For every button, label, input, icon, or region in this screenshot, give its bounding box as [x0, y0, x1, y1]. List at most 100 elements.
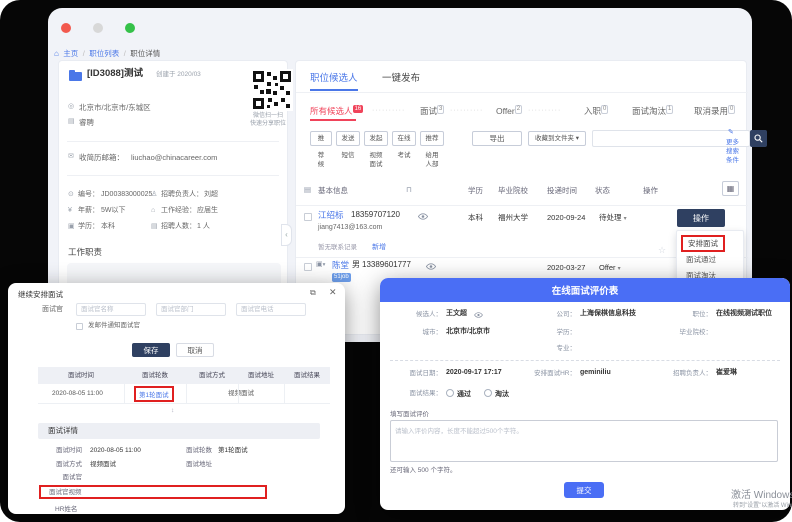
- recruit-owner: 崔爱琳: [716, 369, 737, 378]
- filter-icon[interactable]: ⊓: [406, 185, 412, 194]
- interviewer-dept-input[interactable]: [156, 303, 226, 316]
- candidate-name-link[interactable]: 陈堂: [332, 260, 349, 271]
- action-button[interactable]: 操作: [677, 209, 725, 227]
- subtab-cancelled[interactable]: 取消录用0: [694, 105, 735, 117]
- breadcrumb-home[interactable]: 主页: [63, 49, 78, 58]
- search-icon: [754, 134, 763, 143]
- submit-button[interactable]: 提交: [564, 482, 604, 498]
- round-time: 2020-08-05 11:00: [52, 390, 103, 398]
- subtab-dots: ··········: [450, 107, 483, 116]
- result-pass-radio[interactable]: 通过: [446, 389, 471, 400]
- company-name: 上海保棋信息科技: [580, 310, 636, 319]
- detail-hr-label: HR姓名: [55, 506, 77, 514]
- interviewer-name-input[interactable]: [76, 303, 146, 316]
- position-name: 在线视频测试职位: [716, 310, 772, 319]
- recommend-to-dept-button[interactable]: 推荐: [420, 131, 444, 146]
- contact-add-link[interactable]: 新增: [372, 244, 386, 253]
- subtab-dots: ··········: [528, 107, 561, 116]
- subtab-all-badge: 16: [353, 105, 364, 113]
- subtab-cancelled-badge: 0: [728, 105, 735, 114]
- online-exam-button[interactable]: 在线: [392, 131, 416, 146]
- job-title: [ID3088]测试: [87, 68, 143, 80]
- detail-round-label: 面试轮数: [168, 447, 212, 455]
- notify-checkbox[interactable]: [76, 323, 83, 330]
- row-checkbox[interactable]: [304, 213, 312, 221]
- result-fail-radio[interactable]: 淘汰: [484, 389, 509, 400]
- subtab-onboard[interactable]: 入职0: [584, 105, 608, 117]
- col-degree: 学历: [468, 186, 483, 195]
- experience-icon: ⌂: [151, 207, 155, 216]
- send-sms-button[interactable]: 发送: [336, 131, 360, 146]
- detail-interviewer-label: 面试官: [38, 474, 82, 482]
- close-icon[interactable]: ✕: [329, 287, 337, 298]
- interviewer-video-highlight: 面试官视频: [39, 485, 267, 499]
- resume-email-label: 收简历邮箱：: [79, 153, 124, 162]
- job-degree: 本科: [101, 223, 115, 232]
- save-button[interactable]: 保存: [132, 343, 170, 357]
- subtab-offer[interactable]: Offer2: [496, 105, 522, 117]
- subtab-all[interactable]: 所有候选人16: [310, 105, 363, 117]
- tab-candidates[interactable]: 职位候选人: [310, 73, 358, 85]
- window-minimize-button[interactable]: [93, 23, 103, 33]
- tab-publish[interactable]: 一键发布: [382, 73, 420, 85]
- more-search-2[interactable]: 搜索: [726, 148, 739, 156]
- window-zoom-button[interactable]: [125, 23, 135, 33]
- subtab-interview[interactable]: 面试3: [420, 105, 444, 117]
- breadcrumb-current: 职位详情: [130, 49, 160, 58]
- qr-code: [251, 69, 293, 111]
- comment-label: 填写面试评价: [390, 411, 429, 419]
- export-button[interactable]: 导出: [472, 131, 522, 146]
- column-settings-button[interactable]: ▦: [722, 181, 739, 196]
- job-duty-title: 工作职责: [68, 247, 102, 258]
- panel-collapse-handle[interactable]: ‹: [281, 224, 292, 246]
- detail-method-label: 面试方式: [38, 461, 82, 469]
- breadcrumb-jobs[interactable]: 职位列表: [89, 49, 119, 58]
- job-count: 1 人: [197, 223, 210, 232]
- status-dropdown[interactable]: 待处理 ▾: [599, 213, 627, 224]
- detail-video-label[interactable]: 面试官视频: [49, 489, 82, 497]
- qr-caption-1: 微信扫一扫: [253, 113, 283, 121]
- subtab-rejected[interactable]: 面试淘汰1: [632, 105, 673, 117]
- evaluation-modal-header: 在线面试评价表: [380, 278, 790, 302]
- comment-textarea[interactable]: [390, 420, 778, 462]
- col-status: 状态: [595, 186, 610, 195]
- select-all-icon[interactable]: ▤: [304, 185, 311, 194]
- degree-icon: ▣: [68, 223, 75, 232]
- menu-item-schedule-interview[interactable]: 安排面试: [681, 235, 725, 252]
- search-button[interactable]: [750, 130, 767, 147]
- job-location: 北京市/北京市/东城区: [79, 103, 151, 112]
- schedule-hr: geminiliu: [580, 369, 611, 378]
- job-salary-label: 年薪：: [78, 207, 99, 216]
- star-icon[interactable]: ☆: [658, 245, 666, 256]
- modal-title: 继续安排面试: [18, 290, 63, 299]
- recommend-candidate-button[interactable]: 推: [310, 131, 332, 146]
- expand-icon[interactable]: ⧉: [310, 288, 316, 298]
- cancel-button[interactable]: 取消: [176, 343, 214, 357]
- round-link[interactable]: 第1轮面试: [134, 386, 174, 402]
- candidate-name-link[interactable]: 江绍标: [318, 210, 344, 221]
- row-checkbox[interactable]: [304, 263, 312, 271]
- resume-source-icon[interactable]: ▣▾: [316, 261, 325, 270]
- menu-item-interview-pass[interactable]: 面试通过: [686, 255, 716, 264]
- eye-icon[interactable]: [418, 213, 428, 220]
- windows-activation-line2: 转到"设置"以激活 Windows。: [733, 503, 792, 511]
- qr-caption-2: 快速分享职位: [250, 121, 286, 129]
- major-label: 专业：: [520, 345, 576, 353]
- favorite-folder-dropdown[interactable]: 收藏到文件夹 ▾: [528, 131, 586, 146]
- window-close-button[interactable]: [61, 23, 71, 33]
- candidate-phone: 18359707120: [351, 210, 400, 220]
- folder-icon: [69, 72, 82, 81]
- job-exp-label: 工作经验：: [161, 207, 196, 216]
- eye-icon[interactable]: [426, 263, 436, 270]
- contact-empty-note: 暂无联系记录: [318, 244, 357, 252]
- home-icon[interactable]: ⌂: [54, 49, 59, 58]
- job-company: 睿聘: [79, 118, 94, 127]
- more-search-3[interactable]: 条件: [726, 157, 739, 165]
- status-dropdown[interactable]: Offer ▾: [599, 263, 621, 274]
- start-video-interview-button[interactable]: 发起: [364, 131, 388, 146]
- eye-icon[interactable]: [474, 312, 483, 318]
- more-search-1[interactable]: 更多: [726, 139, 739, 147]
- collapse-toggle-icon[interactable]: ↕: [171, 407, 174, 415]
- interviewer-phone-input[interactable]: [236, 303, 306, 316]
- cell-school: 福州大学: [498, 213, 528, 222]
